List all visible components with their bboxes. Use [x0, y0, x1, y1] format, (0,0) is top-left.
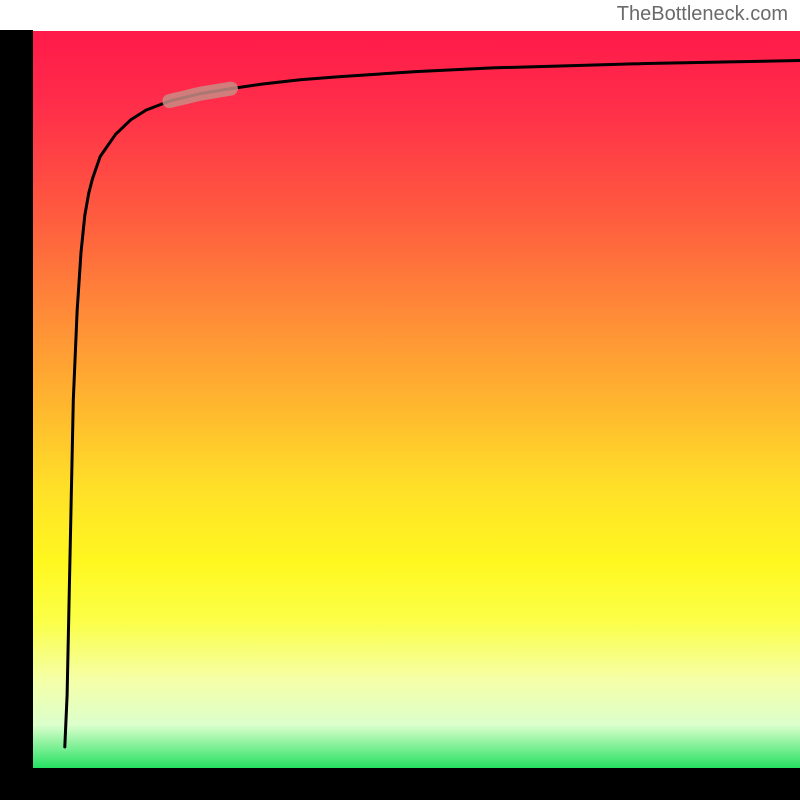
y-axis: [0, 30, 33, 770]
watermark-text: TheBottleneck.com: [617, 3, 788, 26]
x-axis: [0, 768, 800, 800]
plot-gradient-background: [31, 31, 800, 769]
chart-container: [0, 0, 800, 800]
